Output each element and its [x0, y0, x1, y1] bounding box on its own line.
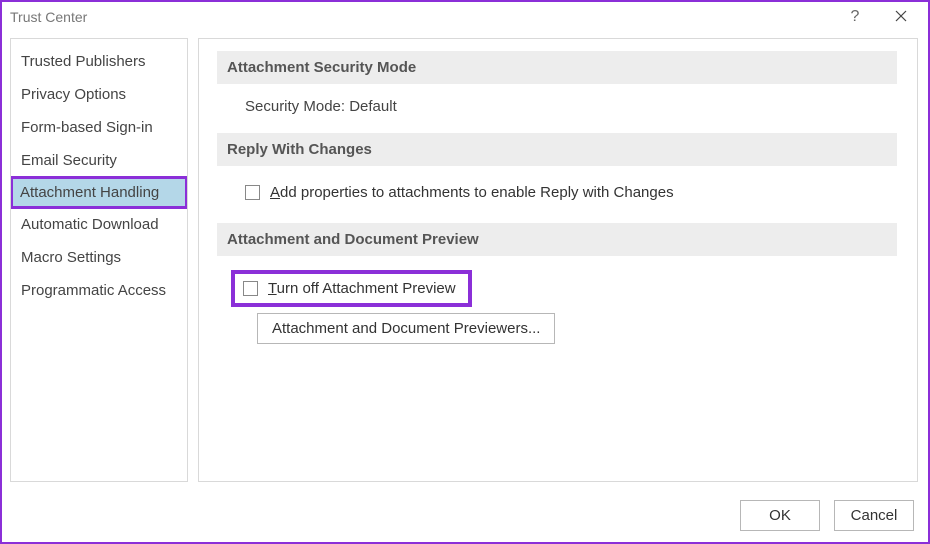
close-icon: [895, 9, 907, 25]
content-area: Trusted Publishers Privacy Options Form-…: [2, 32, 928, 488]
turn-off-preview-label: Turn off Attachment Preview: [268, 280, 456, 297]
sidebar-item-form-signin[interactable]: Form-based Sign-in: [11, 111, 187, 144]
close-button[interactable]: [878, 3, 924, 31]
section-header-reply-changes: Reply With Changes: [217, 133, 897, 166]
help-button[interactable]: ?: [832, 3, 878, 31]
cancel-button[interactable]: Cancel: [834, 500, 914, 531]
ok-button[interactable]: OK: [740, 500, 820, 531]
previewers-button[interactable]: Attachment and Document Previewers...: [257, 313, 555, 344]
dialog-footer: OK Cancel: [2, 488, 928, 542]
help-icon: ?: [851, 8, 860, 26]
reply-with-changes-label: Add properties to attachments to enable …: [270, 184, 674, 201]
sidebar-item-attachment-handling[interactable]: Attachment Handling: [10, 176, 188, 209]
sidebar-item-privacy-options[interactable]: Privacy Options: [11, 78, 187, 111]
sidebar-item-email-security[interactable]: Email Security: [11, 144, 187, 177]
reply-with-changes-checkbox-row[interactable]: Add properties to attachments to enable …: [245, 180, 897, 205]
sidebar-item-trusted-publishers[interactable]: Trusted Publishers: [11, 45, 187, 78]
sidebar: Trusted Publishers Privacy Options Form-…: [10, 38, 188, 482]
turn-off-preview-checkbox-row[interactable]: Turn off Attachment Preview: [243, 280, 456, 297]
sidebar-item-programmatic-access[interactable]: Programmatic Access: [11, 274, 187, 307]
section-header-attachment-security: Attachment Security Mode: [217, 51, 897, 84]
sidebar-item-macro-settings[interactable]: Macro Settings: [11, 241, 187, 274]
checkbox-icon: [243, 281, 258, 296]
titlebar: Trust Center ?: [2, 2, 928, 32]
section-header-preview: Attachment and Document Preview: [217, 223, 897, 256]
main-panel: Attachment Security Mode Security Mode: …: [198, 38, 918, 482]
trust-center-dialog: Trust Center ? Trusted Publishers Privac…: [0, 0, 930, 544]
turn-off-preview-highlight: Turn off Attachment Preview: [231, 270, 472, 307]
window-title: Trust Center: [10, 9, 832, 25]
sidebar-item-automatic-download[interactable]: Automatic Download: [11, 208, 187, 241]
security-mode-value: Security Mode: Default: [217, 92, 897, 125]
checkbox-icon: [245, 185, 260, 200]
